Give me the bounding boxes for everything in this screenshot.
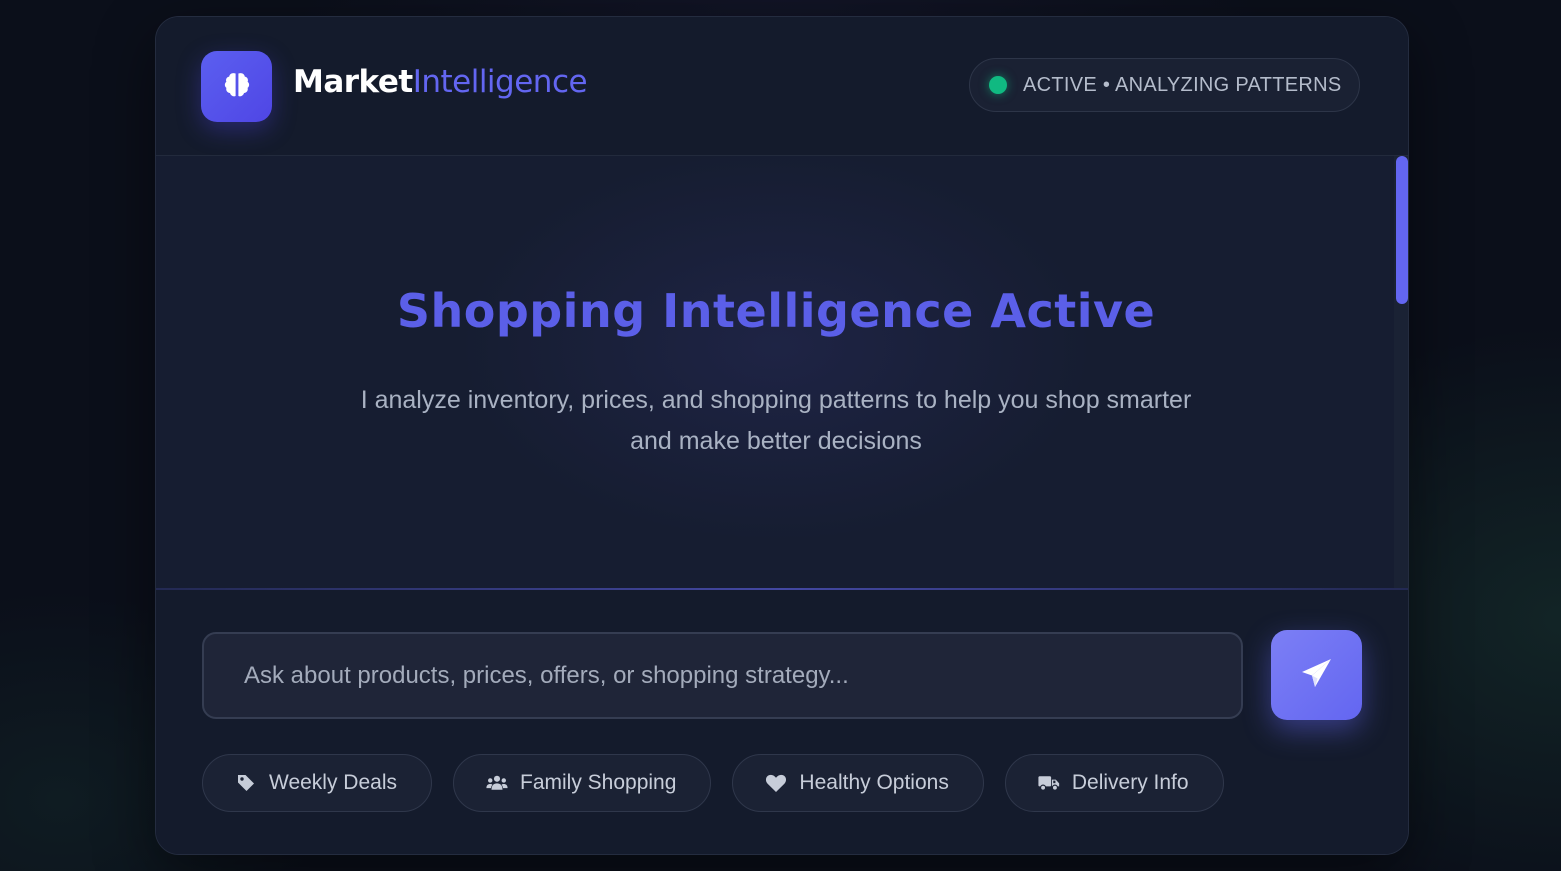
heart-icon [765, 772, 787, 794]
chip-label: Weekly Deals [269, 771, 397, 794]
paper-plane-icon [1299, 655, 1335, 695]
users-icon [486, 772, 508, 794]
chip-label: Family Shopping [520, 771, 677, 794]
status-text: ACTIVE • ANALYZING PATTERNS [1023, 73, 1342, 96]
send-button[interactable] [1271, 630, 1362, 720]
scrollbar-thumb[interactable] [1396, 156, 1408, 304]
chip-label: Delivery Info [1071, 771, 1189, 794]
quick-action-family-shopping[interactable]: Family Shopping [453, 754, 712, 812]
quick-action-healthy-options[interactable]: Healthy Options [732, 754, 984, 812]
brand-part-2: Intelligence [412, 64, 588, 100]
status-dot-icon [989, 76, 1007, 94]
quick-action-weekly-deals[interactable]: Weekly Deals [202, 754, 432, 812]
composer-area: Weekly Deals Family Shopping [156, 590, 1408, 854]
chat-card: MarketIntelligence ACTIVE • ANALYZING PA… [155, 16, 1409, 855]
welcome-title: Shopping Intelligence Active [396, 284, 1156, 338]
brain-icon [220, 68, 254, 106]
brand-part-1: Market [293, 64, 413, 100]
truck-icon [1038, 772, 1060, 794]
tag-icon [235, 772, 257, 794]
quick-actions: Weekly Deals Family Shopping Healthy Opt… [202, 754, 1245, 814]
message-input-box[interactable] [202, 632, 1243, 719]
message-input[interactable] [204, 634, 1241, 717]
app-title: MarketIntelligence [293, 64, 588, 100]
quick-action-delivery-info[interactable]: Delivery Info [1004, 754, 1224, 812]
chip-label: Healthy Options [799, 771, 949, 794]
chat-messages-area: Shopping Intelligence Active I analyze i… [156, 156, 1408, 588]
app-logo [201, 51, 272, 122]
welcome-subtitle: I analyze inventory, prices, and shoppin… [360, 386, 1192, 455]
app-header: MarketIntelligence ACTIVE • ANALYZING PA… [156, 17, 1408, 156]
scrollbar-track[interactable] [1394, 156, 1408, 588]
status-badge: ACTIVE • ANALYZING PATTERNS [969, 58, 1360, 112]
